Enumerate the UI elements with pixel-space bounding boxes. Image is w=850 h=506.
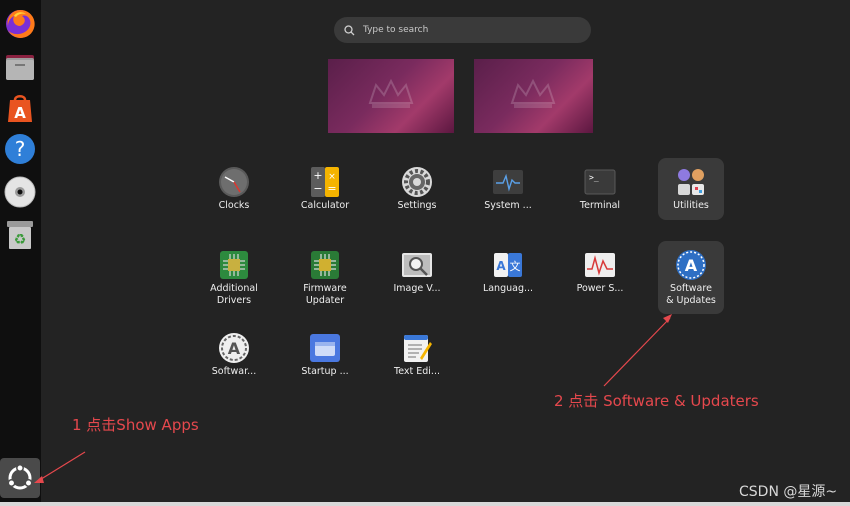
annotation-step1: 1 点击Show Apps — [72, 416, 199, 434]
annotation-step2: 2 点击 Software & Updaters — [554, 392, 759, 410]
bottom-border — [0, 502, 850, 506]
watermark: CSDN @星源~ — [739, 484, 838, 500]
